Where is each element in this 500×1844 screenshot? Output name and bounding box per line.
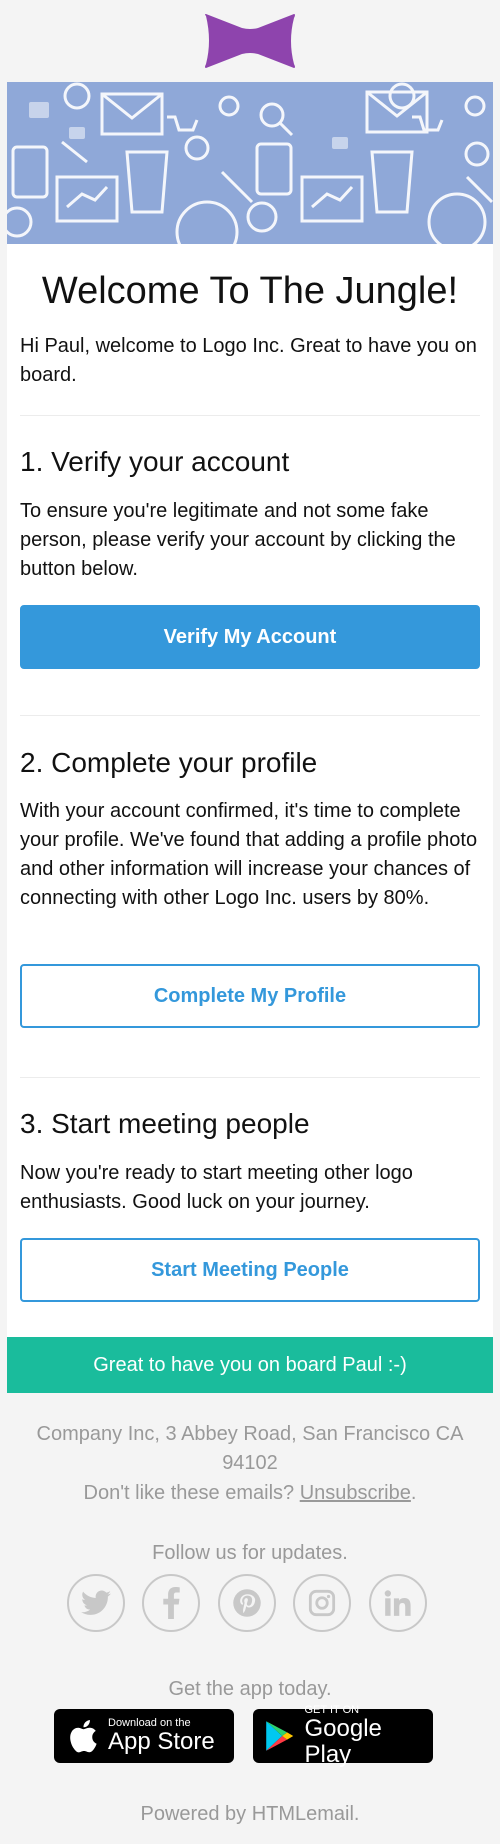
divider <box>20 1077 480 1078</box>
intro-text: Hi Paul, welcome to Logo Inc. Great to h… <box>20 335 477 386</box>
unsubscribe-prefix: Don't like these emails? <box>83 1482 295 1504</box>
divider <box>20 715 480 716</box>
step-1-text: To ensure you're legitimate and not some… <box>20 500 456 580</box>
unsubscribe-link[interactable]: Unsubscribe <box>300 1482 411 1504</box>
hero-illustration <box>7 82 493 244</box>
google-play-badge[interactable]: GET IT ON Google Play <box>253 1704 433 1768</box>
closing-banner: Great to have you on board Paul :-) <box>7 1337 493 1393</box>
follow-text: Follow us for updates. <box>152 1542 348 1564</box>
step-2-heading: 2. Complete your profile <box>20 747 318 778</box>
divider <box>20 415 480 416</box>
unsubscribe-line: Don't like these emails? Unsubscribe. <box>0 1479 500 1508</box>
step-3-heading: 3. Start meeting people <box>20 1108 310 1139</box>
app-store-badge[interactable]: Download on the App Store <box>54 1709 234 1763</box>
verify-account-button[interactable]: Verify My Account <box>20 605 480 669</box>
google-play-big-text: Google Play <box>304 1715 382 1768</box>
email-page: Welcome To The Jungle! Hi Paul, welcome … <box>0 0 500 1844</box>
step-3-text: Now you're ready to start meeting other … <box>20 1162 413 1213</box>
get-app-text: Get the app today. <box>168 1678 332 1700</box>
unsubscribe-suffix: . <box>410 1482 417 1504</box>
linkedin-icon[interactable] <box>369 1574 427 1632</box>
google-play-icon <box>266 1721 294 1751</box>
bowtie-logo-icon <box>205 14 295 68</box>
step-2-text: With your account confirmed, it's time t… <box>20 800 478 909</box>
step-1-heading: 1. Verify your account <box>20 446 290 477</box>
twitter-icon[interactable] <box>67 1574 125 1632</box>
instagram-icon[interactable] <box>293 1574 351 1632</box>
company-address: Company Inc, 3 Abbey Road, San Francisco… <box>36 1423 464 1474</box>
social-links <box>0 1574 500 1632</box>
powered-by-text: Powered by HTMLemail. <box>140 1803 360 1825</box>
apple-icon <box>70 1719 97 1753</box>
complete-profile-button[interactable]: Complete My Profile <box>20 964 480 1028</box>
pinterest-icon[interactable] <box>218 1574 276 1632</box>
email-title: Welcome To The Jungle! <box>41 270 459 312</box>
app-store-big-text: App Store <box>108 1728 215 1755</box>
start-meeting-button[interactable]: Start Meeting People <box>20 1238 480 1302</box>
facebook-icon[interactable] <box>142 1574 200 1632</box>
